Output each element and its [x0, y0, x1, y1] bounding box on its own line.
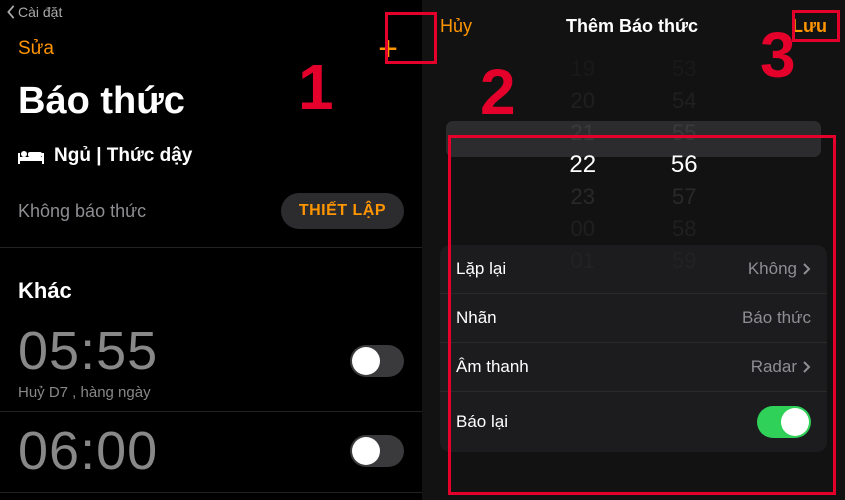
alarm-list-screen: Cài đặt Sửa + Báo thức Ngủ | Thức dậy Kh…	[0, 0, 422, 500]
alarm-subtitle: Huỷ D7 , hàng ngày	[18, 384, 158, 401]
page-title: Báo thức	[0, 66, 422, 133]
minute-column[interactable]: 53 54 55 56 57 58 59	[671, 53, 698, 277]
bed-icon	[18, 147, 44, 165]
alarm-settings-list: Lặp lại Không Nhãn Báo thức Âm thanh Rad…	[440, 245, 827, 452]
chevron-right-icon	[803, 361, 811, 373]
snooze-toggle[interactable]	[757, 406, 811, 438]
setup-button[interactable]: THIẾT LẬP	[281, 193, 404, 229]
repeat-value: Không	[748, 259, 797, 279]
back-label: Cài đặt	[18, 4, 62, 20]
label-value: Báo thức	[742, 308, 811, 328]
sleep-wake-label: Ngủ | Thức dậy	[54, 145, 192, 167]
repeat-row[interactable]: Lặp lại Không	[440, 245, 827, 294]
sound-label: Âm thanh	[456, 357, 529, 377]
hour-column[interactable]: 19 20 21 22 23 00 01	[569, 53, 596, 277]
alarm-time: 05:55	[18, 320, 158, 382]
alarm-toggle[interactable]	[350, 345, 404, 377]
no-alarm-text: Không báo thức	[18, 201, 146, 222]
edit-button[interactable]: Sửa	[18, 38, 54, 60]
other-section-header: Khác	[0, 248, 422, 312]
add-alarm-screen: Hủy Thêm Báo thức Lưu 19 20 21 22 23 00 …	[422, 0, 845, 500]
label-label: Nhãn	[456, 308, 497, 328]
sound-value: Radar	[751, 357, 797, 377]
alarm-row[interactable]: 06:00	[0, 412, 422, 493]
alarm-time: 06:00	[18, 420, 158, 482]
chevron-left-icon	[6, 5, 16, 19]
modal-title: Thêm Báo thức	[566, 16, 698, 37]
alarm-row[interactable]: 05:55 Huỷ D7 , hàng ngày	[0, 312, 422, 412]
repeat-label: Lặp lại	[456, 259, 506, 279]
snooze-row: Báo lại	[440, 392, 827, 452]
sleep-wake-section: Ngủ | Thức dậy	[0, 133, 422, 179]
picker-selection-bar	[446, 121, 821, 157]
cancel-button[interactable]: Hủy	[440, 16, 472, 37]
chevron-right-icon	[803, 263, 811, 275]
snooze-label: Báo lại	[456, 412, 508, 432]
save-button[interactable]: Lưu	[792, 16, 827, 37]
add-alarm-button[interactable]: +	[372, 32, 404, 66]
label-row[interactable]: Nhãn Báo thức	[440, 294, 827, 343]
back-link[interactable]: Cài đặt	[0, 0, 422, 24]
alarm-toggle[interactable]	[350, 435, 404, 467]
sound-row[interactable]: Âm thanh Radar	[440, 343, 827, 392]
time-picker[interactable]: 19 20 21 22 23 00 01 53 54 55 56 57 58 5…	[422, 53, 845, 233]
